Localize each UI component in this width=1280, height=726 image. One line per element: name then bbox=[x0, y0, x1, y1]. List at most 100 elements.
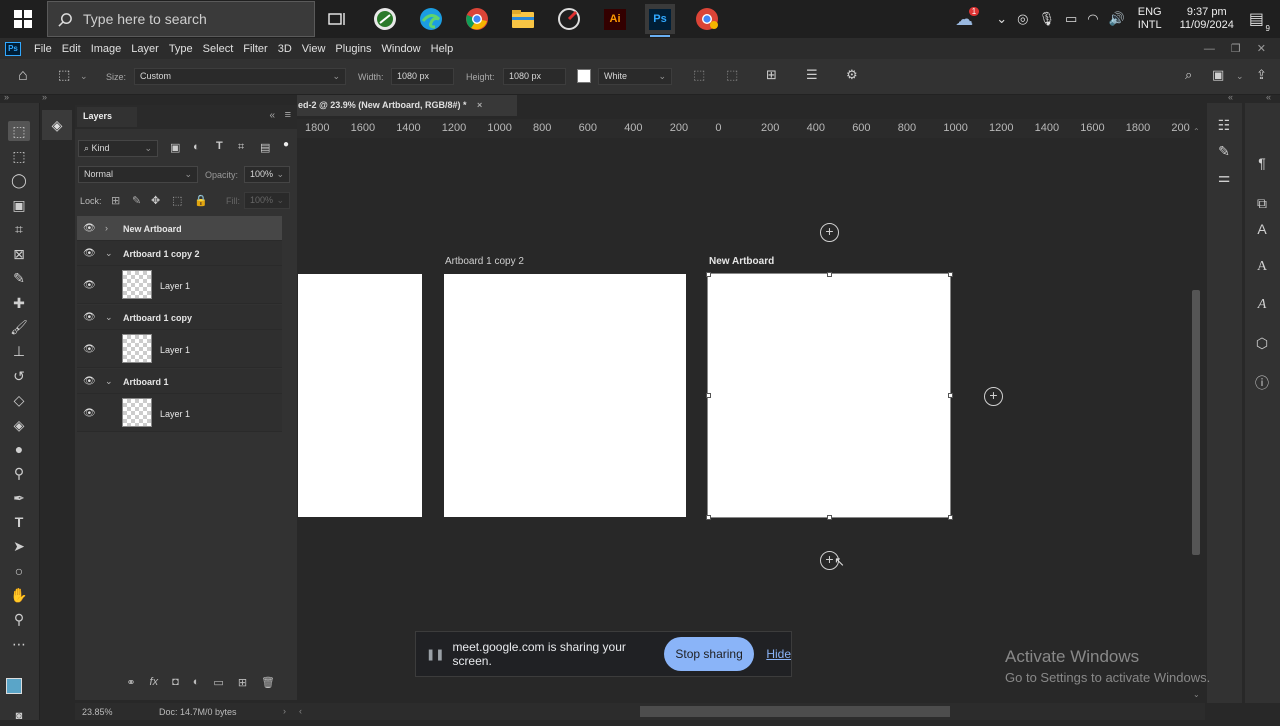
wifi-icon[interactable]: ◠ bbox=[1087, 11, 1098, 27]
menu-image[interactable]: Image bbox=[86, 43, 127, 55]
new-layer-icon[interactable]: ⊞ bbox=[238, 676, 247, 689]
weather-icon[interactable]: ☁ 1 bbox=[955, 6, 980, 30]
green-app-icon[interactable] bbox=[370, 4, 400, 34]
meet-icon[interactable]: ◎ bbox=[1017, 11, 1028, 27]
menu-type[interactable]: Type bbox=[164, 43, 198, 55]
glyphs-icon[interactable]: A bbox=[1252, 297, 1272, 313]
workspace-icon[interactable]: ▣ bbox=[1212, 67, 1224, 83]
path-selection-tool-icon[interactable]: ➤ bbox=[8, 536, 30, 556]
foreground-color-swatch[interactable] bbox=[6, 678, 22, 694]
layer-row-layer-1[interactable]: 👁 Layer 1 bbox=[77, 394, 282, 432]
more-tools-icon[interactable]: ⋯ bbox=[8, 634, 30, 654]
transform-handle[interactable] bbox=[948, 393, 953, 398]
minimize-icon[interactable]: — bbox=[1204, 43, 1215, 55]
layer-row-new-artboard[interactable]: 👁 › New Artboard bbox=[77, 216, 282, 241]
character-icon[interactable]: A bbox=[1252, 259, 1272, 275]
layer-row-artboard-1[interactable]: 👁 ⌄ Artboard 1 bbox=[77, 369, 282, 394]
document-info[interactable]: Doc: 14.7M/0 bytes bbox=[159, 707, 237, 717]
filter-toggle-icon[interactable]: ● bbox=[283, 139, 289, 150]
search-icon[interactable]: ⌕ bbox=[1185, 67, 1192, 83]
transform-handle[interactable] bbox=[948, 272, 953, 277]
filter-adjustment-icon[interactable]: ◐ bbox=[193, 141, 200, 153]
visibility-eye-icon[interactable]: 👁 bbox=[83, 344, 96, 355]
chevron-down-icon[interactable]: ⌄ bbox=[105, 376, 113, 387]
chrome-profile-icon[interactable] bbox=[692, 4, 722, 34]
size-select[interactable]: Custom ⌄ bbox=[134, 68, 346, 85]
character-styles-icon[interactable]: A bbox=[1252, 221, 1272, 237]
zoom-tool-icon[interactable]: ⚲ bbox=[8, 609, 30, 629]
artboard-tool-icon[interactable]: ⬚ bbox=[58, 67, 70, 83]
transform-handle[interactable] bbox=[827, 515, 832, 520]
artboard-label[interactable]: New Artboard bbox=[709, 256, 774, 267]
menu-edit[interactable]: Edit bbox=[57, 43, 86, 55]
collapse-right2-icon[interactable]: « bbox=[1266, 92, 1271, 102]
blend-mode-select[interactable]: Normal ⌄ bbox=[78, 166, 198, 183]
lock-all-icon[interactable]: 🔒 bbox=[194, 194, 208, 207]
background-color-swatch[interactable] bbox=[577, 69, 591, 83]
add-artboard-icon[interactable]: ⊞ bbox=[766, 67, 777, 83]
transform-handle[interactable] bbox=[827, 272, 832, 277]
transform-handle[interactable] bbox=[948, 515, 953, 520]
photoshop-taskbar-icon[interactable]: Ps bbox=[645, 4, 675, 37]
transform-handle[interactable] bbox=[706, 515, 711, 520]
3d-icon[interactable]: ⬡ bbox=[1252, 335, 1272, 352]
object-select-tool-icon[interactable]: ▣ bbox=[8, 195, 30, 215]
filter-shape-icon[interactable]: ⌗ bbox=[238, 141, 244, 154]
stop-sharing-button[interactable]: Stop sharing bbox=[663, 637, 755, 671]
quick-mask-icon[interactable]: ◙ bbox=[8, 706, 30, 726]
horizontal-ruler[interactable]: 1800 1600 1400 1200 1000 800 600 400 200 0 200 400 6… bbox=[297, 119, 1190, 138]
new-group-icon[interactable]: ▭ bbox=[213, 676, 223, 689]
restore-icon[interactable]: ❐ bbox=[1231, 42, 1241, 55]
history-brush-tool-icon[interactable]: ↺ bbox=[8, 366, 30, 386]
status-expand-icon[interactable]: › bbox=[283, 706, 286, 716]
align-icon[interactable]: ☰ bbox=[806, 67, 818, 83]
artboard-tool-icon[interactable]: ⬚ bbox=[8, 121, 30, 141]
lock-artboard-icon[interactable]: ⬚ bbox=[172, 194, 182, 207]
artboard-1-partial[interactable] bbox=[298, 274, 422, 517]
document-tab[interactable]: ed-2 @ 23.9% (New Artboard, RGB/8#) * × bbox=[297, 95, 517, 116]
visibility-eye-icon[interactable]: 👁 bbox=[83, 248, 96, 259]
tool-preset-chevron-icon[interactable]: ⌄ bbox=[80, 71, 88, 82]
vertical-scrollbar-thumb[interactable] bbox=[1192, 290, 1200, 555]
visibility-eye-icon[interactable]: 👁 bbox=[83, 312, 96, 323]
drag-handle-icon[interactable]: ❚❚ bbox=[426, 648, 444, 661]
adjustment-layer-icon[interactable]: ◐ bbox=[193, 676, 200, 688]
marquee-tool-icon[interactable]: ⬚ bbox=[8, 146, 30, 166]
lock-pixels-icon[interactable]: ✎ bbox=[132, 194, 141, 207]
scroll-left-icon[interactable]: ‹ bbox=[299, 706, 302, 716]
crop-tool-icon[interactable]: ⌗ bbox=[8, 219, 30, 239]
microphone-icon[interactable]: 🎙 bbox=[1038, 11, 1055, 27]
type-tool-icon[interactable]: T bbox=[8, 512, 30, 532]
delete-layer-icon[interactable]: 🗑 bbox=[261, 676, 275, 689]
fill-input[interactable]: 100% ⌄ bbox=[244, 192, 290, 209]
adjustments-icon[interactable]: ☷ bbox=[1214, 117, 1234, 134]
battery-icon[interactable]: ▭ bbox=[1065, 11, 1077, 27]
windows-start-button[interactable] bbox=[0, 0, 46, 38]
info-icon[interactable]: ⓘ bbox=[1252, 373, 1272, 393]
transform-handle[interactable] bbox=[706, 272, 711, 277]
notification-icon[interactable]: ▤ 9 bbox=[1249, 9, 1270, 33]
hand-tool-icon[interactable]: ✋ bbox=[8, 585, 30, 605]
settings-gear-icon[interactable]: ⚙ bbox=[846, 67, 858, 83]
edge-icon[interactable] bbox=[416, 4, 446, 34]
close-icon[interactable]: ✕ bbox=[1257, 42, 1266, 55]
chrome-icon[interactable] bbox=[462, 4, 492, 34]
opacity-input[interactable]: 100% ⌄ bbox=[244, 166, 290, 183]
eyedropper-tool-icon[interactable]: ✎ bbox=[8, 268, 30, 288]
menu-plugins[interactable]: Plugins bbox=[330, 43, 376, 55]
zoom-level[interactable]: 23.85% bbox=[82, 707, 113, 717]
paragraph-icon[interactable]: ¶ bbox=[1252, 155, 1272, 171]
lock-position-icon[interactable]: ✥ bbox=[151, 194, 160, 207]
chevron-up-icon[interactable]: ⌄ bbox=[996, 11, 1007, 27]
filter-pixel-icon[interactable]: ▣ bbox=[170, 141, 180, 154]
artboard-label[interactable]: Artboard 1 copy 2 bbox=[445, 256, 524, 267]
horizontal-scrollbar-thumb[interactable] bbox=[640, 706, 950, 717]
menu-layer[interactable]: Layer bbox=[126, 43, 164, 55]
volume-icon[interactable]: 🔊 bbox=[1109, 11, 1125, 27]
lasso-tool-icon[interactable]: ◯ bbox=[8, 170, 30, 190]
clone-stamp-tool-icon[interactable]: ⊥ bbox=[8, 341, 30, 361]
menu-3d[interactable]: 3D bbox=[273, 43, 297, 55]
visibility-eye-icon[interactable]: 👁 bbox=[83, 280, 96, 291]
home-icon[interactable]: ⌂ bbox=[18, 67, 28, 85]
dodge-tool-icon[interactable]: ⚲ bbox=[8, 463, 30, 483]
